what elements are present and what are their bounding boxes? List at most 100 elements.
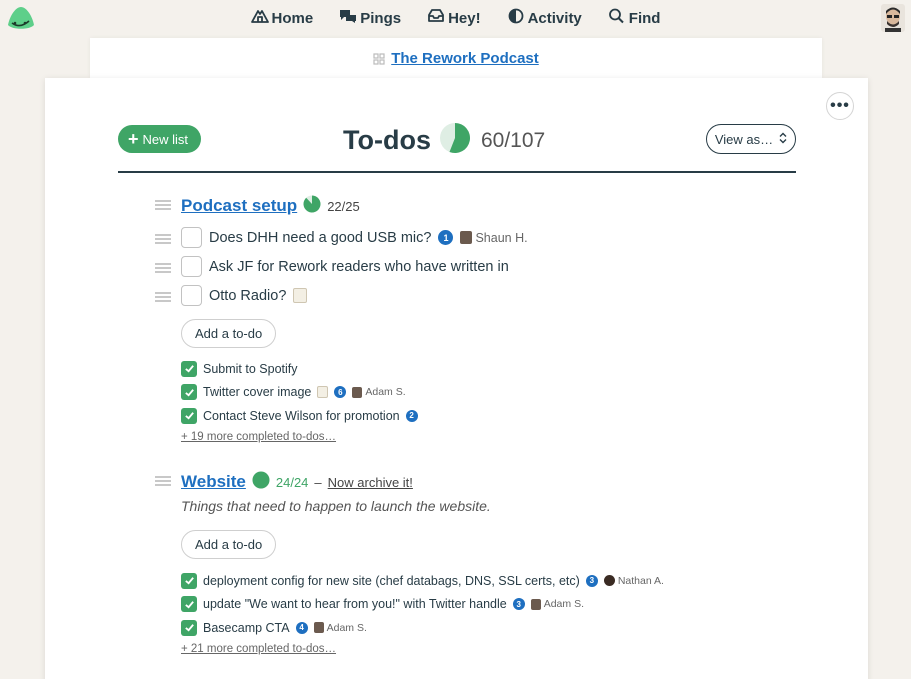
overall-count: 60/107	[480, 128, 546, 152]
activity-icon	[507, 8, 525, 28]
user-avatar[interactable]	[881, 4, 905, 32]
todo-text[interactable]: Otto Radio?	[209, 288, 286, 304]
comment-count-badge[interactable]: 1	[438, 230, 454, 245]
plus-icon: +	[128, 129, 139, 149]
assignee-avatar	[313, 622, 324, 634]
nav-hey[interactable]: Hey!	[427, 8, 481, 28]
overall-progress-pie	[439, 122, 471, 159]
comment-count-badge[interactable]: 2	[405, 409, 418, 422]
checked-checkbox[interactable]	[181, 360, 197, 377]
nav-pings-label: Pings	[360, 9, 402, 27]
nav-find[interactable]: Find	[608, 8, 661, 28]
new-list-label: New list	[142, 131, 189, 147]
todo-text[interactable]: Submit to Spotify	[203, 362, 298, 376]
add-todo-button[interactable]: Add a to-do	[181, 530, 277, 559]
ratio-separator: –	[314, 474, 322, 490]
todo-text[interactable]: deployment config for new site (chef dat…	[203, 574, 580, 588]
checked-checkbox[interactable]	[181, 407, 197, 424]
hey-icon	[427, 8, 445, 28]
list-ratio: 22/25	[327, 198, 360, 214]
nav-activity-label: Activity	[527, 9, 582, 27]
completed-todo: Twitter cover image 6 Adam S.	[155, 381, 775, 405]
completed-todo: deployment config for new site (chef dat…	[155, 569, 775, 593]
assignee[interactable]: Nathan A.	[603, 574, 664, 587]
todo-list-podcast-setup: Podcast setup 22/25 Does DHH need a good…	[155, 194, 775, 443]
nav-hey-label: Hey!	[448, 9, 481, 27]
checked-checkbox[interactable]	[181, 572, 197, 589]
assignee[interactable]: Adam S.	[530, 598, 584, 611]
assignee[interactable]: Shaun H.	[460, 230, 528, 245]
todo-checkbox[interactable]	[181, 227, 202, 248]
comment-count-badge[interactable]: 3	[512, 598, 525, 611]
header-divider	[118, 171, 796, 173]
add-todo-button[interactable]: Add a to-do	[181, 319, 277, 348]
list-progress-pie	[252, 471, 270, 494]
nav-find-label: Find	[628, 9, 661, 27]
todo-list-website: Website 24/24 – Now archive it! Things t…	[155, 470, 775, 655]
nav-pings[interactable]: Pings	[339, 8, 401, 28]
assignee[interactable]: Adam S.	[313, 621, 367, 634]
list-progress-pie	[303, 195, 321, 218]
nav-home-label: Home	[271, 9, 314, 27]
checked-checkbox[interactable]	[181, 619, 197, 636]
todo-item: Otto Radio?	[155, 281, 775, 310]
todo-text[interactable]: Ask JF for Rework readers who have writt…	[209, 259, 509, 275]
assignee-avatar	[352, 386, 363, 398]
todo-item: Does DHH need a good USB mic? 1 Shaun H.	[155, 223, 775, 252]
drag-handle-icon[interactable]	[155, 292, 171, 304]
completed-todo: Basecamp CTA 4 Adam S.	[155, 616, 775, 640]
chevron-updown-icon	[779, 132, 787, 147]
list-title-website[interactable]: Website	[181, 472, 246, 492]
search-icon	[608, 8, 626, 28]
drag-handle-icon[interactable]	[155, 200, 171, 212]
more-completed-link[interactable]: + 19 more completed to-dos…	[155, 431, 775, 443]
assignee-avatar	[460, 231, 473, 244]
checked-checkbox[interactable]	[181, 384, 197, 401]
todos-header: + New list To-dos 60/107 View as…	[118, 122, 796, 172]
comment-count-badge[interactable]: 3	[585, 574, 598, 587]
completed-todo: Submit to Spotify	[155, 357, 775, 381]
assignee-name: Nathan A.	[617, 574, 664, 587]
completed-todo: update "We want to hear from you!" with …	[155, 593, 775, 617]
list-description: Things that need to happen to launch the…	[181, 498, 491, 514]
pings-icon	[339, 8, 357, 28]
project-link[interactable]: The Rework Podcast	[391, 50, 539, 67]
todo-checkbox[interactable]	[181, 256, 202, 277]
note-icon	[317, 386, 329, 399]
assignee-name: Shaun H.	[475, 230, 528, 245]
todo-text[interactable]: Does DHH need a good USB mic?	[209, 230, 431, 246]
assignee-name: Adam S.	[543, 598, 584, 611]
drag-handle-icon[interactable]	[155, 476, 171, 488]
comment-count-badge[interactable]: 4	[295, 621, 308, 634]
more-completed-link[interactable]: + 21 more completed to-dos…	[155, 643, 775, 655]
nav-activity[interactable]: Activity	[507, 8, 582, 28]
todo-text[interactable]: update "We want to hear from you!" with …	[203, 597, 507, 611]
page-title: To-dos	[343, 125, 431, 155]
list-title-podcast-setup[interactable]: Podcast setup	[181, 196, 297, 216]
top-nav: Home Pings Hey! Activity Find	[0, 0, 911, 36]
home-icon	[250, 8, 269, 28]
nav-home[interactable]: Home	[250, 8, 314, 28]
drag-handle-icon[interactable]	[155, 234, 171, 246]
completed-todo: Contact Steve Wilson for promotion 2	[155, 404, 775, 428]
view-as-label: View as…	[714, 131, 774, 147]
todo-text[interactable]: Basecamp CTA	[203, 621, 290, 635]
todo-text[interactable]: Contact Steve Wilson for promotion	[203, 409, 400, 423]
view-as-select[interactable]: View as…	[706, 124, 796, 154]
todo-checkbox[interactable]	[181, 285, 202, 306]
project-grid-icon	[373, 52, 385, 65]
assignee-avatar	[603, 575, 615, 587]
archive-list-link[interactable]: Now archive it!	[328, 475, 413, 490]
list-ratio: 24/24	[275, 474, 309, 490]
todo-text[interactable]: Twitter cover image	[203, 385, 311, 399]
new-list-button[interactable]: + New list	[118, 125, 202, 153]
assignee[interactable]: Adam S.	[352, 386, 406, 398]
note-icon	[293, 288, 308, 303]
checked-checkbox[interactable]	[181, 596, 197, 613]
drag-handle-icon[interactable]	[155, 263, 171, 275]
project-breadcrumb: The Rework Podcast	[90, 38, 822, 78]
comment-count-badge[interactable]: 6	[334, 386, 347, 399]
assignee-name: Adam S.	[326, 621, 367, 634]
todos-card: ••• + New list To-dos 60/107 View as… Po…	[45, 78, 868, 679]
more-options-button[interactable]: •••	[826, 92, 854, 120]
